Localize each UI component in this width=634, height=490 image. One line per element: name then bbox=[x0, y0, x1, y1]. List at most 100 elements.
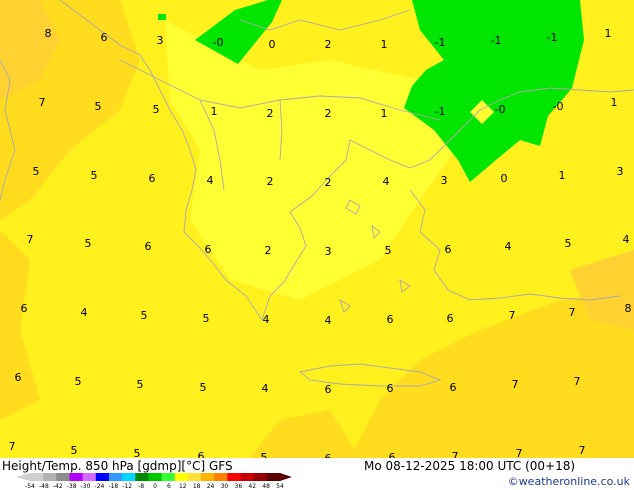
temperature-label: 7 bbox=[39, 96, 46, 109]
temperature-label: 6 bbox=[447, 312, 454, 325]
temperature-label: 5 bbox=[565, 237, 572, 250]
colorbar-swatch bbox=[253, 473, 268, 481]
colorbar-swatch bbox=[187, 473, 202, 481]
weather-map: 8 6 3 -0 0 2 1 -1 -1 -1 17 5 5 1 2 2 1 -1 -0 -0 15 5 6 4 2 2 4 3 0 1 3… bbox=[0, 0, 634, 490]
temperature-label: 4 bbox=[81, 306, 88, 319]
temperature-label: 8 bbox=[625, 302, 632, 315]
colorbar-tick-label: -30 bbox=[81, 483, 91, 490]
temperature-label: 5 bbox=[137, 378, 144, 391]
temperature-label: 6 bbox=[445, 243, 452, 256]
temperature-label: 5 bbox=[200, 381, 207, 394]
temperature-label: 4 bbox=[505, 240, 512, 253]
field-small-green bbox=[158, 14, 166, 20]
temperature-label: 7 bbox=[509, 309, 516, 322]
colorbar-swatch bbox=[227, 473, 242, 481]
temperature-label: 6 bbox=[325, 383, 332, 396]
temperature-label: 6 bbox=[21, 302, 28, 315]
temperature-label: 5 bbox=[71, 444, 78, 457]
temperature-label: -0 bbox=[553, 100, 564, 113]
temperature-label: 6 bbox=[101, 31, 108, 44]
colorbar-tick-label: -12 bbox=[122, 483, 132, 490]
temperature-label: -1 bbox=[435, 105, 446, 118]
colorbar-swatch bbox=[240, 473, 255, 481]
temperature-label: 3 bbox=[157, 34, 164, 47]
colorbar-tick-label: 36 bbox=[235, 483, 243, 490]
temperature-label: 4 bbox=[623, 233, 630, 246]
temperature-label: 0 bbox=[501, 172, 508, 185]
temperature-label: 3 bbox=[617, 165, 624, 178]
temperature-label: 5 bbox=[95, 100, 102, 113]
temperature-label: 6 bbox=[387, 313, 394, 326]
colorbar-swatch bbox=[135, 473, 149, 481]
temperature-label: 2 bbox=[267, 175, 274, 188]
temperature-label: 2 bbox=[325, 176, 332, 189]
colorbar-swatch bbox=[122, 473, 136, 481]
temperature-label: 2 bbox=[267, 107, 274, 120]
temperature-label: 6 bbox=[387, 382, 394, 395]
temperature-label: -0 bbox=[495, 103, 506, 116]
colorbar-swatch bbox=[82, 473, 97, 481]
colorbar-tick-label: 54 bbox=[276, 483, 284, 490]
colorbar-tick-label: 24 bbox=[207, 483, 215, 490]
colorbar-tick-label: -8 bbox=[138, 483, 144, 490]
temperature-label: 5 bbox=[91, 169, 98, 182]
temperature-label: -1 bbox=[547, 31, 558, 44]
colorbar-tick-label: 48 bbox=[262, 483, 270, 490]
temperature-label: 3 bbox=[441, 174, 448, 187]
colorbar-tick-label: -24 bbox=[95, 483, 105, 490]
temperature-label: -1 bbox=[491, 34, 502, 47]
colorbar-tick-label: -38 bbox=[67, 483, 77, 490]
colorbar-swatch bbox=[266, 473, 281, 481]
temperature-label: 1 bbox=[211, 105, 218, 118]
temperature-label: 4 bbox=[325, 314, 332, 327]
temperature-label: 2 bbox=[325, 107, 332, 120]
temperature-label: 4 bbox=[207, 174, 214, 187]
map-title: Height/Temp. 850 hPa [gdmp][°C] GFS bbox=[2, 459, 233, 473]
temperature-label: 5 bbox=[85, 237, 92, 250]
colorbar-swatch bbox=[161, 473, 176, 481]
colorbar-swatch bbox=[108, 473, 123, 481]
temperature-label: 6 bbox=[15, 371, 22, 384]
temperature-label: 7 bbox=[569, 306, 576, 319]
temperature-label: 5 bbox=[75, 375, 82, 388]
temperature-label: 7 bbox=[27, 233, 34, 246]
colorbar-tick-label: 0 bbox=[153, 483, 157, 490]
temperature-label: 1 bbox=[559, 169, 566, 182]
colorbar-tick-label: 18 bbox=[193, 483, 201, 490]
colorbar-tick-label: -42 bbox=[53, 483, 63, 490]
temperature-label: 4 bbox=[383, 175, 390, 188]
colorbar-tick-label: -18 bbox=[108, 483, 118, 490]
temperature-label: 1 bbox=[605, 27, 612, 40]
colorbar-tick-label: 42 bbox=[248, 483, 256, 490]
temperature-label: 4 bbox=[262, 382, 269, 395]
credit-link[interactable]: ©weatheronline.co.uk bbox=[508, 475, 631, 488]
colorbar-swatch bbox=[30, 473, 44, 481]
temperature-label: 1 bbox=[381, 107, 388, 120]
forecast-datetime: Mo 08-12-2025 18:00 UTC (00+18) bbox=[364, 459, 575, 473]
temperature-label: 1 bbox=[381, 38, 388, 51]
temperature-label: 7 bbox=[512, 378, 519, 391]
colorbar-tick-label: 6 bbox=[167, 483, 171, 490]
colorbar-swatch bbox=[43, 473, 57, 481]
temperature-label: 7 bbox=[574, 375, 581, 388]
temperature-field bbox=[0, 0, 634, 458]
colorbar-swatch bbox=[148, 473, 163, 481]
colorbar-swatch bbox=[174, 473, 189, 481]
temperature-label: 8 bbox=[45, 27, 52, 40]
colorbar-swatch bbox=[201, 473, 215, 481]
temperature-label: 5 bbox=[33, 165, 40, 178]
temperature-label: 6 bbox=[205, 243, 212, 256]
colorbar-swatch bbox=[69, 473, 84, 481]
colorbar-swatch bbox=[95, 473, 110, 481]
colorbar-tick-label: 30 bbox=[221, 483, 229, 490]
temperature-label: 2 bbox=[325, 38, 332, 51]
colorbar-tick-label: -48 bbox=[39, 483, 49, 490]
temperature-label: 7 bbox=[9, 440, 16, 453]
temperature-label: 5 bbox=[203, 312, 210, 325]
temperature-label: -1 bbox=[435, 36, 446, 49]
temperature-label: 6 bbox=[450, 381, 457, 394]
temperature-label: 4 bbox=[263, 313, 270, 326]
temperature-label: 1 bbox=[611, 96, 618, 109]
colorbar-swatch bbox=[214, 473, 228, 481]
temperature-label: 6 bbox=[149, 172, 156, 185]
